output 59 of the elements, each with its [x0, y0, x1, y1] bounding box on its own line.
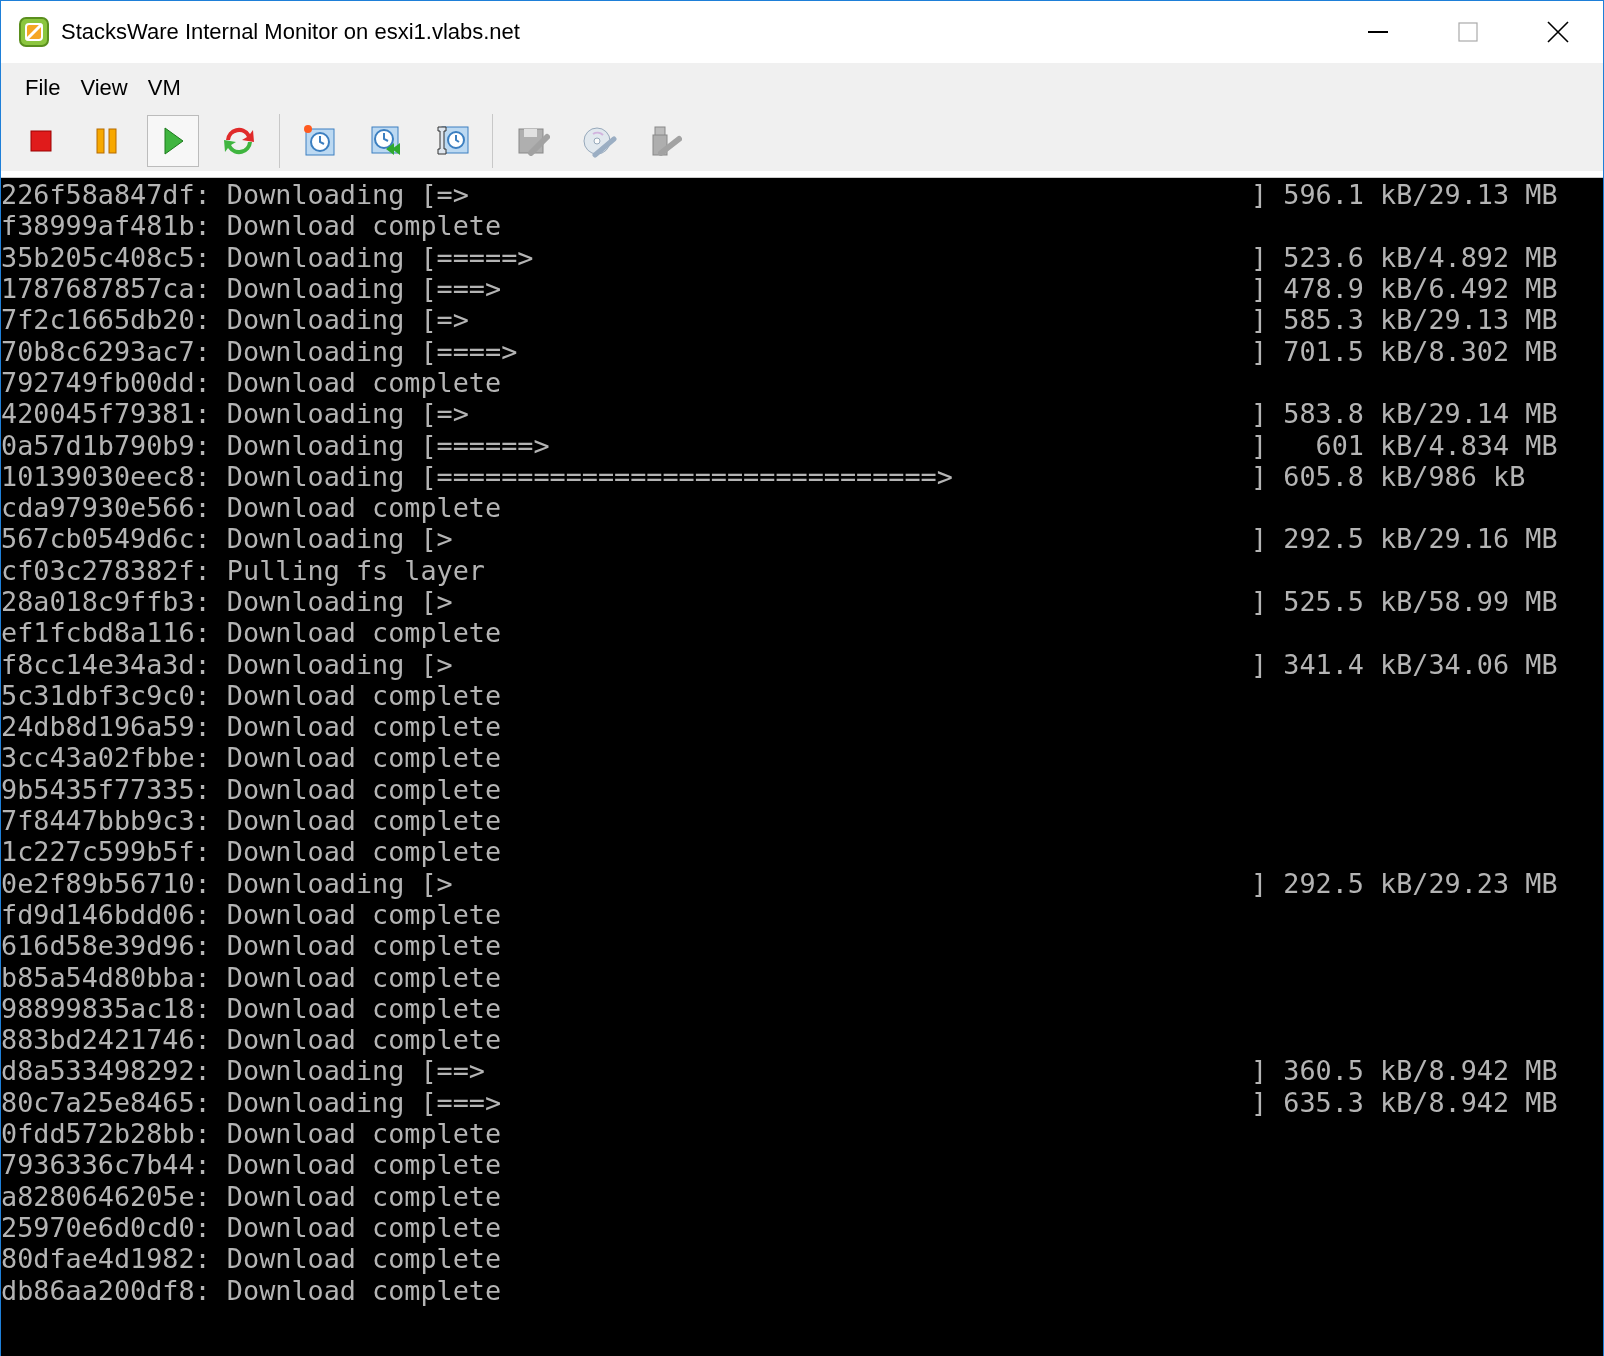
menu-item[interactable]: View — [70, 71, 138, 105]
console-line: 1c227c599b5f: Download complete — [1, 836, 503, 868]
console-line: 0fdd572b28bb: Download complete — [1, 1118, 503, 1150]
progress-text: ] 701.5 kB/8.302 MB — [1251, 335, 1559, 367]
console-line: b85a54d80bba: Download complete — [1, 961, 503, 993]
progress-text: ] 585.3 kB/29.13 MB — [1251, 304, 1559, 336]
console-line: f8cc14e34a3d: Downloading [> — [1, 648, 454, 680]
progress-text: ] 525.5 kB/58.99 MB — [1251, 586, 1559, 617]
console-line: 35b205c408c5: Downloading [=====> — [1, 241, 535, 273]
console-line: 10139030eec8: Downloading [===============================> — [1, 460, 954, 492]
console-line: 1787687857ca: Downloading [===> — [1, 273, 503, 305]
close-icon — [1547, 21, 1569, 43]
console-line: 792749fb00dd: Download complete — [1, 366, 503, 398]
console-line: 226f58a847df: Downloading [=> — [1, 179, 470, 211]
progress-text: ] 478.9 kB/6.492 MB — [1251, 273, 1559, 305]
app-logo-icon — [17, 15, 51, 49]
window-title: StacksWare Internal Monitor on esxi1.vlabs.net — [61, 19, 521, 45]
console-line: 98899835ac18: Download complete — [1, 992, 503, 1024]
console-line: 70b8c6293ac7: Downloading [====> — [1, 335, 519, 367]
console-line: 9b5435f77335: Download complete — [1, 773, 503, 805]
console-line: cda97930e566: Download complete — [1, 492, 503, 524]
console-line: 7f8447bbb9c3: Download complete — [1, 805, 503, 837]
progress-text: ] 605.8 kB/986 kB — [1251, 460, 1527, 492]
maximize-icon — [1458, 22, 1478, 42]
console-line: d8a533498292: Downloading [==> — [1, 1055, 486, 1087]
console-line: f38999af481b: Download complete — [1, 210, 503, 242]
console-line: 7f2c1665db20: Downloading [=> — [1, 304, 470, 336]
progress-text: ] 360.5 kB/8.942 MB — [1251, 1055, 1559, 1087]
console-line: 0a57d1b790b9: Downloading [======> — [1, 429, 551, 461]
play-button[interactable] — [147, 115, 199, 167]
console-line: db86aa200df8: Download complete — [1, 1274, 503, 1306]
progress-text: ] 523.6 kB/4.892 MB — [1251, 241, 1559, 273]
console-line: a8280646205e: Download complete — [1, 1180, 503, 1212]
menu-item[interactable]: File — [15, 71, 71, 105]
progress-text: ] 292.5 kB/29.16 MB — [1251, 523, 1559, 555]
console-line: 7936336c7b44: Download complete — [1, 1149, 503, 1181]
minimize-icon — [1368, 31, 1388, 33]
progress-text: ] 596.1 kB/29.13 MB — [1251, 179, 1559, 211]
console-line: 420045f79381: Downloading [=> — [1, 398, 470, 430]
console-line: 0e2f89b56710: Downloading [> — [1, 867, 454, 899]
console-line: cf03c278382f: Pulling fs layer — [1, 554, 486, 586]
console-line: 80c7a25e8465: Downloading [===> — [1, 1086, 503, 1118]
progress-text: ] 292.5 kB/29.23 MB — [1251, 867, 1559, 899]
progress-text: ] 583.8 kB/29.14 MB — [1251, 398, 1559, 430]
progress-text: ] 601 kB/4.834 MB — [1251, 429, 1559, 461]
console-line: 28a018c9ffb3: Downloading [> — [1, 586, 454, 617]
menu-item[interactable]: VM — [137, 71, 191, 105]
console-line: 567cb0549d6c: Downloading [> — [1, 523, 454, 555]
console-line: 883bd2421746: Download complete — [1, 1024, 503, 1056]
progress-text: ] 341.4 kB/34.06 MB — [1251, 648, 1559, 680]
console-line: 616d58e39d96: Download complete — [1, 930, 503, 962]
console-line: 24db8d196a59: Download complete — [1, 711, 503, 743]
console-line: 3cc43a02fbbe: Download complete — [1, 742, 503, 774]
console-line: 5c31dbf3c9c0: Download complete — [1, 679, 503, 711]
console-line: ef1fcbd8a116: Download complete — [1, 617, 503, 649]
console-line: 80dfae4d1982: Download complete — [1, 1243, 503, 1275]
console-line: 25970e6d0cd0: Download complete — [1, 1211, 503, 1243]
progress-text: ] 635.3 kB/8.942 MB — [1251, 1086, 1559, 1118]
console-line: fd9d146bdd06: Download complete — [1, 898, 503, 930]
